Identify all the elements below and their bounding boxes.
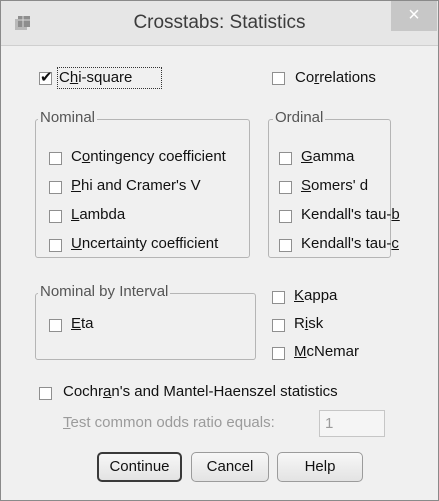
nominal-by-interval-legend: Nominal by Interval [38, 283, 171, 300]
lambda-checkbox[interactable] [49, 210, 62, 223]
risk-checkbox[interactable] [272, 319, 285, 332]
uncertainty-coefficient-checkbox[interactable] [49, 239, 62, 252]
correlations-checkbox[interactable] [272, 72, 285, 85]
cochran-mantel-haenszel-checkbox[interactable] [39, 387, 52, 400]
gamma-checkbox[interactable] [279, 152, 292, 165]
gamma-label[interactable]: Gamma [301, 148, 354, 165]
mcnemar-label[interactable]: McNemar [294, 343, 359, 360]
eta-checkbox[interactable] [49, 319, 62, 332]
kendalls-tau-b-checkbox[interactable] [279, 210, 292, 223]
crosstabs-statistics-dialog: Crosstabs: Statistics × Chi-square Corre… [0, 0, 439, 501]
window-title: Crosstabs: Statistics [133, 12, 306, 33]
contingency-coefficient-checkbox[interactable] [49, 152, 62, 165]
eta-label[interactable]: Eta [71, 315, 94, 332]
uncertainty-coefficient-label[interactable]: Uncertainty coefficient [71, 235, 218, 252]
risk-label[interactable]: Risk [294, 315, 323, 332]
kappa-checkbox[interactable] [272, 291, 285, 304]
close-button[interactable]: × [391, 1, 437, 31]
odds-ratio-label: Test common odds ratio equals: [63, 414, 275, 431]
contingency-coefficient-label[interactable]: Contingency coefficient [71, 148, 226, 165]
mcnemar-checkbox[interactable] [272, 347, 285, 360]
cochran-mantel-haenszel-label[interactable]: Cochran's and Mantel-Haenszel statistics [63, 383, 338, 400]
chi-square-checkbox[interactable] [39, 68, 53, 86]
correlations-label[interactable]: Correlations [295, 69, 376, 86]
nominal-legend: Nominal [38, 109, 98, 126]
continue-button[interactable]: Continue [97, 452, 182, 482]
kendalls-tau-c-label[interactable]: Kendall's tau-c [301, 235, 399, 252]
help-button[interactable]: Help [277, 452, 363, 482]
odds-ratio-input[interactable]: 1 [319, 410, 385, 437]
phi-cramers-v-checkbox[interactable] [49, 181, 62, 194]
kendalls-tau-b-label[interactable]: Kendall's tau-b [301, 206, 400, 223]
title-bar[interactable]: Crosstabs: Statistics × [1, 1, 438, 46]
chi-square-label[interactable]: Chi-square [59, 69, 132, 86]
nominal-by-interval-group [35, 293, 256, 360]
phi-cramers-v-label[interactable]: Phi and Cramer's V [71, 177, 201, 194]
ordinal-legend: Ordinal [273, 109, 326, 126]
lambda-label[interactable]: Lambda [71, 206, 125, 223]
cancel-button[interactable]: Cancel [191, 452, 269, 482]
somers-d-label[interactable]: Somers' d [301, 177, 368, 194]
somers-d-checkbox[interactable] [279, 181, 292, 194]
kendalls-tau-c-checkbox[interactable] [279, 239, 292, 252]
kappa-label[interactable]: Kappa [294, 287, 337, 304]
